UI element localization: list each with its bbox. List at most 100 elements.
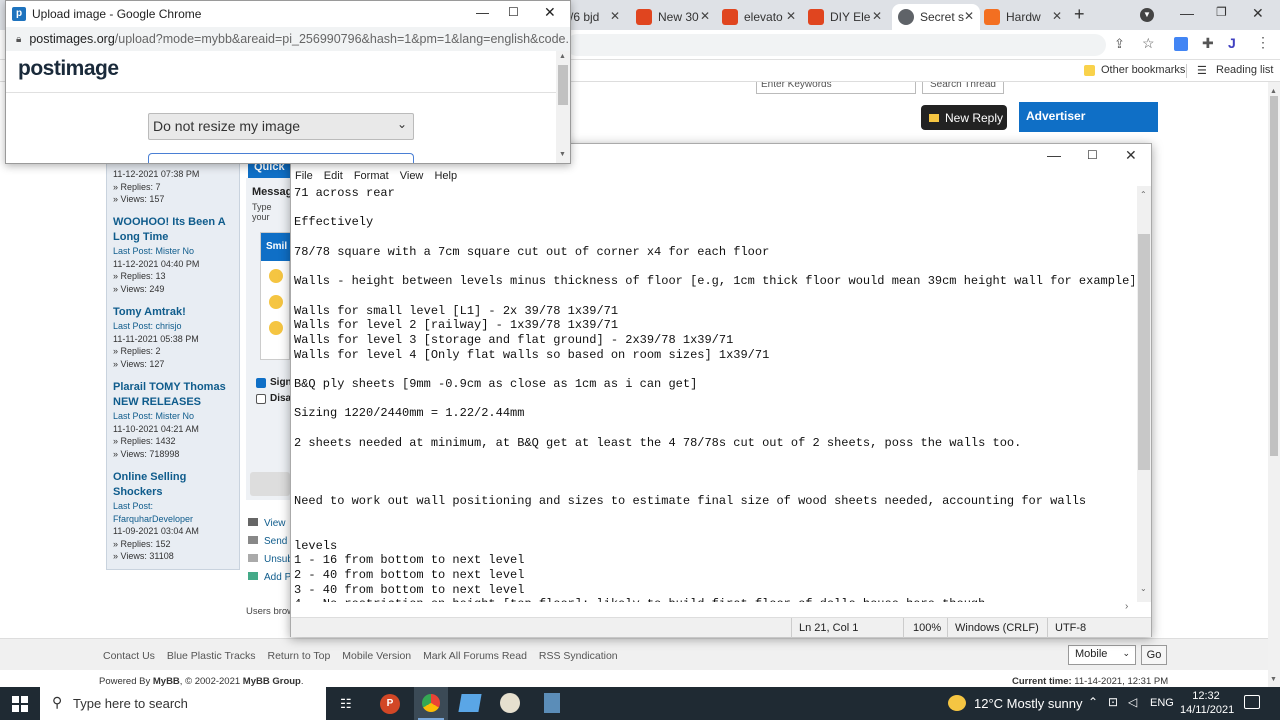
- postimage-logo[interactable]: postimage: [18, 57, 119, 81]
- chrome-taskbar-button[interactable]: [414, 687, 448, 720]
- menu-file[interactable]: File: [295, 170, 313, 182]
- minimize-icon[interactable]: —: [1047, 147, 1061, 163]
- windows-start-icon[interactable]: [12, 696, 28, 712]
- chevron-up-icon[interactable]: ⌃: [1088, 695, 1098, 709]
- taskbar-search-box[interactable]: ⚲ Type here to search: [40, 687, 326, 720]
- calculator-taskbar-icon[interactable]: [544, 693, 560, 713]
- close-icon[interactable]: ✕: [1052, 9, 1062, 23]
- close-window-icon[interactable]: ✕: [1125, 147, 1137, 164]
- close-icon[interactable]: ✕: [872, 9, 882, 23]
- system-clock[interactable]: 12:32 14/11/2021: [1180, 689, 1234, 717]
- other-bookmarks[interactable]: Other bookmarks: [1101, 64, 1185, 76]
- scrollbar-thumb[interactable]: [1138, 234, 1150, 470]
- close-window-icon[interactable]: ✕: [544, 4, 556, 21]
- footer-link-mark-read[interactable]: Mark All Forums Read: [423, 650, 527, 662]
- footer-link-mobile[interactable]: Mobile Version: [342, 650, 411, 662]
- close-icon[interactable]: ✕: [700, 9, 710, 23]
- popup-address-bar[interactable]: 🔒︎ postimages.org/upload?mode=mybb&areai…: [6, 27, 570, 51]
- scroll-up-icon[interactable]: ▲: [1270, 88, 1277, 95]
- profile-icon[interactable]: J: [1228, 35, 1236, 51]
- close-icon[interactable]: ✕: [786, 9, 796, 23]
- author-link[interactable]: Mister No: [156, 411, 195, 421]
- maximize-icon[interactable]: ☐: [508, 5, 519, 19]
- footer-link-contact[interactable]: Contact Us: [103, 650, 155, 662]
- author-link[interactable]: chrisjo: [156, 321, 182, 331]
- paint-taskbar-icon[interactable]: [500, 693, 520, 713]
- close-window-icon[interactable]: ✕: [1252, 5, 1264, 22]
- scroll-down-icon[interactable]: ⌄: [1140, 584, 1147, 593]
- browser-tab[interactable]: elevato ✕: [722, 4, 802, 30]
- disable-smilies-checkbox[interactable]: [256, 394, 266, 404]
- search-keywords-input[interactable]: Enter Keywords: [756, 82, 916, 94]
- confused-smiley-icon[interactable]: [269, 321, 283, 335]
- scrollbar-thumb[interactable]: [1270, 96, 1278, 456]
- reading-list[interactable]: Reading list: [1216, 64, 1273, 76]
- scroll-up-icon[interactable]: ⌃: [1140, 190, 1147, 199]
- signature-checkbox[interactable]: [256, 378, 266, 388]
- maximize-icon[interactable]: ☐: [1087, 148, 1098, 162]
- notepad-taskbar-icon[interactable]: [458, 694, 482, 712]
- menu-view[interactable]: View: [400, 170, 424, 182]
- thread-title-link[interactable]: Online Selling Shockers: [113, 470, 237, 500]
- scroll-up-icon[interactable]: ▲: [559, 53, 566, 60]
- browser-tab[interactable]: /6 bjd ✕: [566, 4, 626, 30]
- view-printable-link[interactable]: View: [248, 518, 293, 536]
- volume-icon[interactable]: ◁: [1128, 695, 1137, 709]
- scroll-down-icon[interactable]: ▼: [1270, 676, 1277, 683]
- mybb-link[interactable]: MyBB: [153, 676, 180, 687]
- menu-edit[interactable]: Edit: [324, 170, 343, 182]
- popup-scrollbar[interactable]: ▲ ▼: [556, 51, 570, 163]
- minimize-icon[interactable]: —: [1180, 5, 1194, 21]
- tab-search-icon[interactable]: ▼: [1140, 8, 1154, 22]
- send-thread-link[interactable]: Send: [248, 536, 293, 554]
- menu-format[interactable]: Format: [354, 170, 389, 182]
- restore-icon[interactable]: ❐: [1216, 5, 1227, 19]
- search-thread-button[interactable]: Search Thread: [922, 82, 1004, 94]
- author-link[interactable]: Mister No: [156, 246, 195, 256]
- menu-help[interactable]: Help: [434, 170, 457, 182]
- browser-tab[interactable]: Hardw ✕: [984, 4, 1068, 30]
- go-button[interactable]: Go: [1141, 645, 1167, 665]
- task-view-icon[interactable]: ☷: [340, 696, 352, 712]
- post-reply-button[interactable]: [250, 472, 290, 496]
- thread-title-link[interactable]: Plarail TOMY Thomas NEW RELEASES: [113, 380, 237, 410]
- page-scrollbar[interactable]: ▲ ▼: [1268, 82, 1280, 687]
- share-icon[interactable]: ⇪: [1114, 36, 1125, 52]
- resize-select[interactable]: Do not resize my image ⌄: [148, 113, 414, 140]
- browser-tab-active[interactable]: Secret s ✕: [892, 4, 980, 30]
- thread-title-link[interactable]: Tomy Amtrak!: [113, 305, 237, 320]
- address-bar[interactable]: [566, 34, 1106, 56]
- new-tab-button[interactable]: +: [1074, 4, 1085, 25]
- theme-select[interactable]: Mobile ⌄: [1068, 645, 1136, 665]
- close-icon[interactable]: ✕: [610, 9, 620, 23]
- network-icon[interactable]: ⊡: [1108, 695, 1118, 709]
- minimize-icon[interactable]: —: [476, 5, 489, 20]
- notification-icon[interactable]: [1244, 695, 1260, 709]
- translate-icon[interactable]: [1174, 37, 1188, 51]
- scroll-down-icon[interactable]: ▼: [559, 151, 566, 158]
- weather-text[interactable]: 12°C Mostly sunny: [974, 696, 1083, 711]
- notepad-text-area[interactable]: 71 across rear Effectively 78/78 square wi…: [294, 186, 1134, 604]
- input-language[interactable]: ENG: [1150, 697, 1174, 709]
- close-icon[interactable]: ✕: [964, 9, 974, 23]
- notepad-vertical-scrollbar[interactable]: ⌃ ⌄: [1137, 186, 1151, 602]
- unsubscribe-link[interactable]: Unsub: [248, 554, 293, 572]
- new-reply-button[interactable]: New Reply: [921, 105, 1007, 130]
- footer-link-top[interactable]: Return to Top: [267, 650, 330, 662]
- browser-tab[interactable]: New 30 ✕: [636, 4, 716, 30]
- author-link[interactable]: FfarquharDeveloper: [113, 514, 193, 524]
- add-poll-link[interactable]: Add P: [248, 572, 293, 590]
- browser-tab[interactable]: DIY Ele ✕: [808, 4, 888, 30]
- scrollbar-thumb[interactable]: [558, 65, 568, 105]
- extensions-icon[interactable]: ✚: [1202, 35, 1214, 52]
- upload-button-partial[interactable]: [148, 153, 414, 163]
- footer-link-home[interactable]: Blue Plastic Tracks: [167, 650, 256, 662]
- mybb-group-link[interactable]: MyBB Group: [243, 676, 301, 687]
- menu-icon[interactable]: ⋮: [1256, 34, 1270, 51]
- scroll-right-icon[interactable]: ›: [1125, 601, 1128, 612]
- footer-link-rss[interactable]: RSS Syndication: [539, 650, 618, 662]
- powerpoint-icon[interactable]: P: [380, 694, 400, 714]
- exclamation-smiley-icon[interactable]: [269, 295, 283, 309]
- notepad-horizontal-scrollbar[interactable]: ›: [291, 601, 1137, 616]
- bookmark-star-icon[interactable]: ☆: [1142, 35, 1155, 52]
